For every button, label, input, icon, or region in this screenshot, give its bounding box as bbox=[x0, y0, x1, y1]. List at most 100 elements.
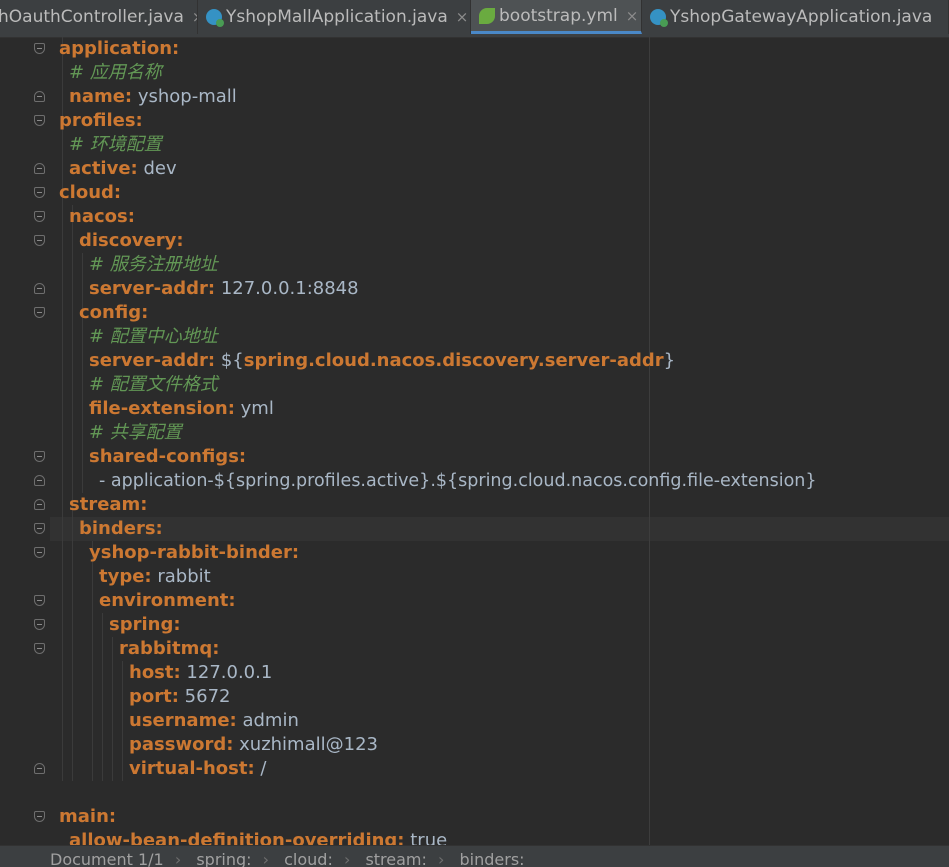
fold-toggle-icon[interactable] bbox=[34, 619, 45, 630]
fold-toggle-icon[interactable] bbox=[34, 115, 45, 126]
code-line[interactable]: application: bbox=[59, 37, 179, 61]
fold-toggle-icon[interactable] bbox=[34, 163, 45, 174]
fold-toggle-icon[interactable] bbox=[34, 523, 45, 534]
code-line[interactable]: server-addr: 127.0.0.1:8848 bbox=[89, 277, 359, 301]
code-line[interactable]: # 环境配置 bbox=[69, 133, 162, 157]
code-line[interactable]: nacos: bbox=[69, 205, 135, 229]
yaml-key: host: bbox=[129, 662, 181, 683]
code-line[interactable]: # 共享配置 bbox=[89, 421, 182, 445]
indent-guide bbox=[122, 661, 123, 781]
close-icon[interactable]: × bbox=[626, 7, 639, 25]
code-line[interactable]: rabbitmq: bbox=[119, 637, 219, 661]
caret-line-highlight bbox=[50, 517, 949, 541]
code-line[interactable]: allow-bean-definition-overriding: true bbox=[69, 829, 447, 845]
yaml-value: ${ bbox=[215, 350, 244, 371]
fold-toggle-icon[interactable] bbox=[34, 451, 45, 462]
fold-toggle-icon[interactable] bbox=[34, 811, 45, 822]
yaml-value: 127.0.0.1:8848 bbox=[215, 278, 359, 299]
fold-toggle-icon[interactable] bbox=[34, 235, 45, 246]
code-line[interactable]: environment: bbox=[99, 589, 236, 613]
code-line[interactable]: name: yshop-mall bbox=[69, 85, 237, 109]
yaml-key: shared-configs: bbox=[89, 446, 247, 467]
fold-toggle-icon[interactable] bbox=[34, 211, 45, 222]
yaml-value: yml bbox=[234, 398, 274, 419]
code-line[interactable]: # 服务注册地址 bbox=[89, 253, 218, 277]
breadcrumb-item[interactable]: stream: bbox=[365, 850, 426, 867]
code-line[interactable]: stream: bbox=[69, 493, 148, 517]
yaml-key: username: bbox=[129, 710, 237, 731]
yaml-key: config: bbox=[79, 302, 149, 323]
breadcrumb-item[interactable]: spring: bbox=[196, 850, 251, 867]
code-line[interactable]: type: rabbit bbox=[99, 565, 211, 589]
yaml-key: main: bbox=[59, 806, 117, 827]
yaml-key: profiles: bbox=[59, 110, 143, 131]
fold-toggle-icon[interactable] bbox=[34, 187, 45, 198]
yaml-comment: # 配置中心地址 bbox=[89, 326, 218, 347]
code-line[interactable]: main: bbox=[59, 805, 116, 829]
java-class-icon bbox=[206, 9, 224, 27]
breadcrumb-document: Document 1/1 bbox=[50, 850, 164, 867]
yaml-key: stream: bbox=[69, 494, 148, 515]
yaml-key: server-addr: bbox=[89, 278, 216, 299]
code-editor[interactable]: application: # 应用名称 name: yshop-mall pro… bbox=[0, 37, 949, 845]
code-line[interactable]: port: 5672 bbox=[129, 685, 230, 709]
yaml-value: 5672 bbox=[178, 686, 231, 707]
code-line[interactable]: - application-${spring.profiles.active}.… bbox=[99, 469, 817, 493]
yaml-value: - application-${spring.profiles.active}.… bbox=[99, 471, 817, 491]
tab-bootstrap-yml[interactable]: bootstrap.yml × bbox=[471, 0, 642, 34]
code-line[interactable]: shared-configs: bbox=[89, 445, 246, 469]
yaml-value: } bbox=[663, 350, 676, 371]
tab-yshop-gateway-application[interactable]: YshopGatewayApplication.java bbox=[642, 0, 949, 34]
tab-hoauth-controller[interactable]: hOauthController.java × bbox=[0, 0, 198, 34]
fold-toggle-icon[interactable] bbox=[34, 499, 45, 510]
yaml-key: virtual-host: bbox=[129, 758, 255, 779]
code-line[interactable]: virtual-host: / bbox=[129, 757, 266, 781]
code-line[interactable]: active: dev bbox=[69, 157, 177, 181]
code-line[interactable]: host: 127.0.0.1 bbox=[129, 661, 272, 685]
yaml-value: xuzhimall@123 bbox=[233, 734, 378, 755]
close-icon[interactable]: × bbox=[456, 8, 469, 26]
tab-label: YshopMallApplication.java bbox=[226, 7, 448, 27]
tab-label: hOauthController.java bbox=[0, 7, 184, 27]
tab-label: YshopGatewayApplication.java bbox=[670, 7, 933, 27]
fold-toggle-icon[interactable] bbox=[34, 763, 45, 774]
code-line[interactable]: file-extension: yml bbox=[89, 397, 274, 421]
yaml-comment: # 服务注册地址 bbox=[89, 254, 218, 275]
tab-yshop-mall-application[interactable]: YshopMallApplication.java × bbox=[198, 0, 471, 34]
breadcrumb-item[interactable]: binders: bbox=[460, 850, 525, 867]
fold-toggle-icon[interactable] bbox=[34, 283, 45, 294]
code-line[interactable]: server-addr: ${spring.cloud.nacos.discov… bbox=[89, 349, 675, 373]
breadcrumb-separator: › bbox=[343, 850, 351, 867]
yaml-value: 127.0.0.1 bbox=[180, 662, 273, 683]
code-line[interactable]: spring: bbox=[109, 613, 181, 637]
fold-toggle-icon[interactable] bbox=[34, 91, 45, 102]
fold-toggle-icon[interactable] bbox=[34, 475, 45, 486]
fold-toggle-icon[interactable] bbox=[34, 43, 45, 54]
yaml-key: rabbitmq: bbox=[119, 638, 220, 659]
code-line[interactable]: cloud: bbox=[59, 181, 121, 205]
code-line[interactable]: # 应用名称 bbox=[69, 61, 162, 85]
yaml-comment: # 应用名称 bbox=[69, 62, 162, 83]
yaml-key: nacos: bbox=[69, 206, 135, 227]
yaml-key: environment: bbox=[99, 590, 236, 611]
code-line[interactable]: binders: bbox=[79, 517, 163, 541]
code-line[interactable]: profiles: bbox=[59, 109, 143, 133]
code-line[interactable]: yshop-rabbit-binder: bbox=[89, 541, 299, 565]
fold-toggle-icon[interactable] bbox=[34, 643, 45, 654]
breadcrumb-item[interactable]: cloud: bbox=[284, 850, 333, 867]
indent-guide bbox=[92, 541, 93, 781]
right-margin-guide bbox=[649, 37, 650, 845]
fold-toggle-icon[interactable] bbox=[34, 595, 45, 606]
fold-toggle-icon[interactable] bbox=[34, 547, 45, 558]
java-class-icon bbox=[650, 9, 668, 27]
yaml-key: discovery: bbox=[79, 230, 184, 251]
code-line[interactable]: config: bbox=[79, 301, 148, 325]
code-line[interactable]: # 配置中心地址 bbox=[89, 325, 218, 349]
code-line[interactable]: discovery: bbox=[79, 229, 184, 253]
code-line[interactable]: # 配置文件格式 bbox=[89, 373, 218, 397]
fold-toggle-icon[interactable] bbox=[34, 307, 45, 318]
code-line[interactable]: password: xuzhimall@123 bbox=[129, 733, 378, 757]
indent-guide bbox=[102, 613, 103, 781]
code-line[interactable]: username: admin bbox=[129, 709, 299, 733]
yaml-comment: # 环境配置 bbox=[69, 134, 162, 155]
